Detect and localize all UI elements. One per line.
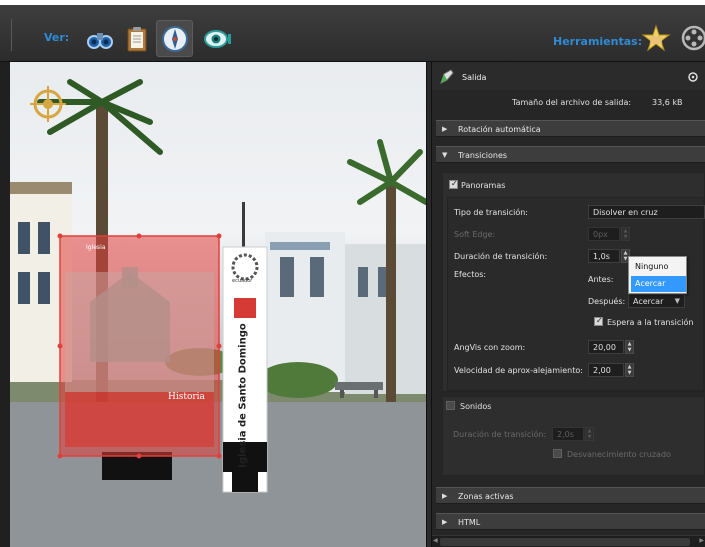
panoramas-checkbox[interactable]: ✓: [449, 179, 458, 189]
espera-label: Espera a la transición: [607, 318, 694, 327]
panel-horizontal-scrollbar[interactable]: ◀ ▶: [432, 535, 705, 547]
star-map-icon[interactable]: [640, 22, 672, 54]
output-header: Salida: [432, 62, 705, 90]
angvis-value: 20,00: [593, 343, 616, 352]
expand-arrow-icon: ▶: [442, 518, 448, 526]
eye-icon[interactable]: [202, 23, 234, 55]
scroll-left-icon[interactable]: ◀: [433, 537, 438, 544]
expand-arrow-icon: ▶: [442, 125, 448, 133]
desvanecimiento-label: Desvanecimiento cruzado: [567, 450, 671, 459]
sonidos-checkbox[interactable]: [446, 401, 455, 410]
despues-select[interactable]: Acercar ▼: [628, 294, 685, 308]
globe-compass-icon[interactable]: [156, 20, 193, 57]
collapse-arrow-icon: ▼: [442, 151, 448, 159]
antes-label: Antes:: [588, 275, 614, 284]
panoramas-label: Panoramas: [461, 181, 506, 190]
soft-edge-input: 0px: [588, 227, 620, 241]
section-html[interactable]: ▶ HTML: [436, 513, 705, 530]
sonidos-block: Sonidos Duración de transición: 2,0s ▲ ▼ …: [442, 396, 705, 476]
angvis-stepper[interactable]: ▲ ▼: [625, 340, 634, 354]
espera-checkbox[interactable]: ✓: [594, 316, 603, 326]
panorama-scene: [10, 79, 426, 547]
section-zonas-label: Zonas activas: [458, 492, 514, 501]
sign-logo-text: ecuador: [232, 278, 253, 284]
velocidad-label: Velocidad de aprox-alejamiento:: [454, 366, 583, 375]
sonidos-duracion-input: 2,0s: [552, 427, 584, 441]
tipo-transicion-label: Tipo de transición:: [454, 208, 528, 217]
section-html-label: HTML: [458, 518, 481, 527]
binoculars-icon[interactable]: [84, 23, 116, 55]
output-size-row: Tamaño del archivo de salida: 33,6 kB: [512, 98, 682, 107]
scroll-right-icon[interactable]: ▶: [699, 537, 704, 544]
despues-value: Acercar: [633, 297, 664, 306]
duracion-transicion-input[interactable]: 1,0s: [588, 249, 620, 263]
soft-edge-label: Soft Edge:: [454, 230, 496, 239]
tipo-transicion-select[interactable]: Disolver en cruz: [588, 205, 705, 219]
refresh-icon[interactable]: [688, 72, 698, 82]
section-zonas-activas[interactable]: ▶ Zonas activas: [436, 487, 705, 504]
output-size-value: 33,6 kB: [652, 98, 683, 107]
output-title: Salida: [462, 73, 487, 82]
herramientas-label: Herramientas:: [553, 35, 643, 48]
sonidos-duracion-value: 2,0s: [557, 430, 574, 439]
section-rotacion-label: Rotación automática: [458, 125, 541, 134]
sonidos-label: Sonidos: [460, 402, 492, 411]
duracion-transicion-value: 1,0s: [593, 252, 610, 261]
efectos-label: Efectos:: [454, 270, 487, 279]
clipboard-icon[interactable]: [121, 23, 153, 55]
duracion-transicion-label: Duración de transición:: [454, 252, 548, 261]
dropdown-option-ninguno[interactable]: Ninguno: [631, 259, 686, 275]
left-gutter: [0, 62, 10, 547]
antes-dropdown-popup: Ninguno Acercar: [628, 256, 687, 294]
chevron-down-icon: ▼: [674, 297, 680, 305]
expand-arrow-icon: ▶: [442, 492, 448, 500]
dropdown-option-acercar[interactable]: Acercar: [631, 276, 686, 292]
sonidos-duracion-label: Duración de transición:: [453, 430, 547, 439]
despues-label: Después:: [588, 297, 626, 306]
poster-historia-title: Historia: [168, 392, 205, 402]
angvis-input[interactable]: 20,00: [588, 340, 624, 354]
film-reel-icon[interactable]: [678, 22, 705, 54]
toolbar-left-separator: [0, 19, 12, 51]
section-transiciones-label: Transiciones: [458, 151, 508, 160]
panoramas-inner: Tipo de transición: Disolver en cruz Sof…: [447, 197, 705, 391]
sign-title: Iglesia de Santo Domingo: [237, 323, 249, 468]
angvis-label: AngVis con zoom:: [454, 343, 526, 352]
output-size-label: Tamaño del archivo de salida:: [512, 98, 632, 107]
velocidad-value: 2,00: [593, 366, 611, 375]
velocidad-stepper[interactable]: ▲ ▼: [625, 363, 634, 377]
section-rotacion[interactable]: ▶ Rotación automática: [436, 120, 705, 137]
desvanecimiento-checkbox: [553, 449, 562, 458]
output-pencil-icon: [440, 69, 454, 84]
velocidad-input[interactable]: 2,00: [588, 363, 624, 377]
tipo-transicion-value: Disolver en cruz: [593, 208, 658, 217]
ver-label: Ver:: [44, 31, 70, 44]
soft-edge-stepper: ▲ ▼: [621, 227, 630, 241]
sonidos-duracion-stepper: ▲ ▼: [585, 427, 594, 441]
scrollbar-thumb[interactable]: [440, 538, 690, 546]
properties-panel: Salida Tamaño del archivo de salida: 33,…: [432, 62, 705, 547]
section-transiciones[interactable]: ▼ Transiciones: [436, 146, 705, 163]
toolbar: Ver: Herramientas:: [0, 5, 705, 62]
panorama-viewport[interactable]: Iglesia Historia ecuador Iglesia de Sant…: [10, 62, 426, 547]
poster-badge: Iglesia: [86, 244, 106, 251]
soft-edge-value: 0px: [593, 230, 608, 239]
